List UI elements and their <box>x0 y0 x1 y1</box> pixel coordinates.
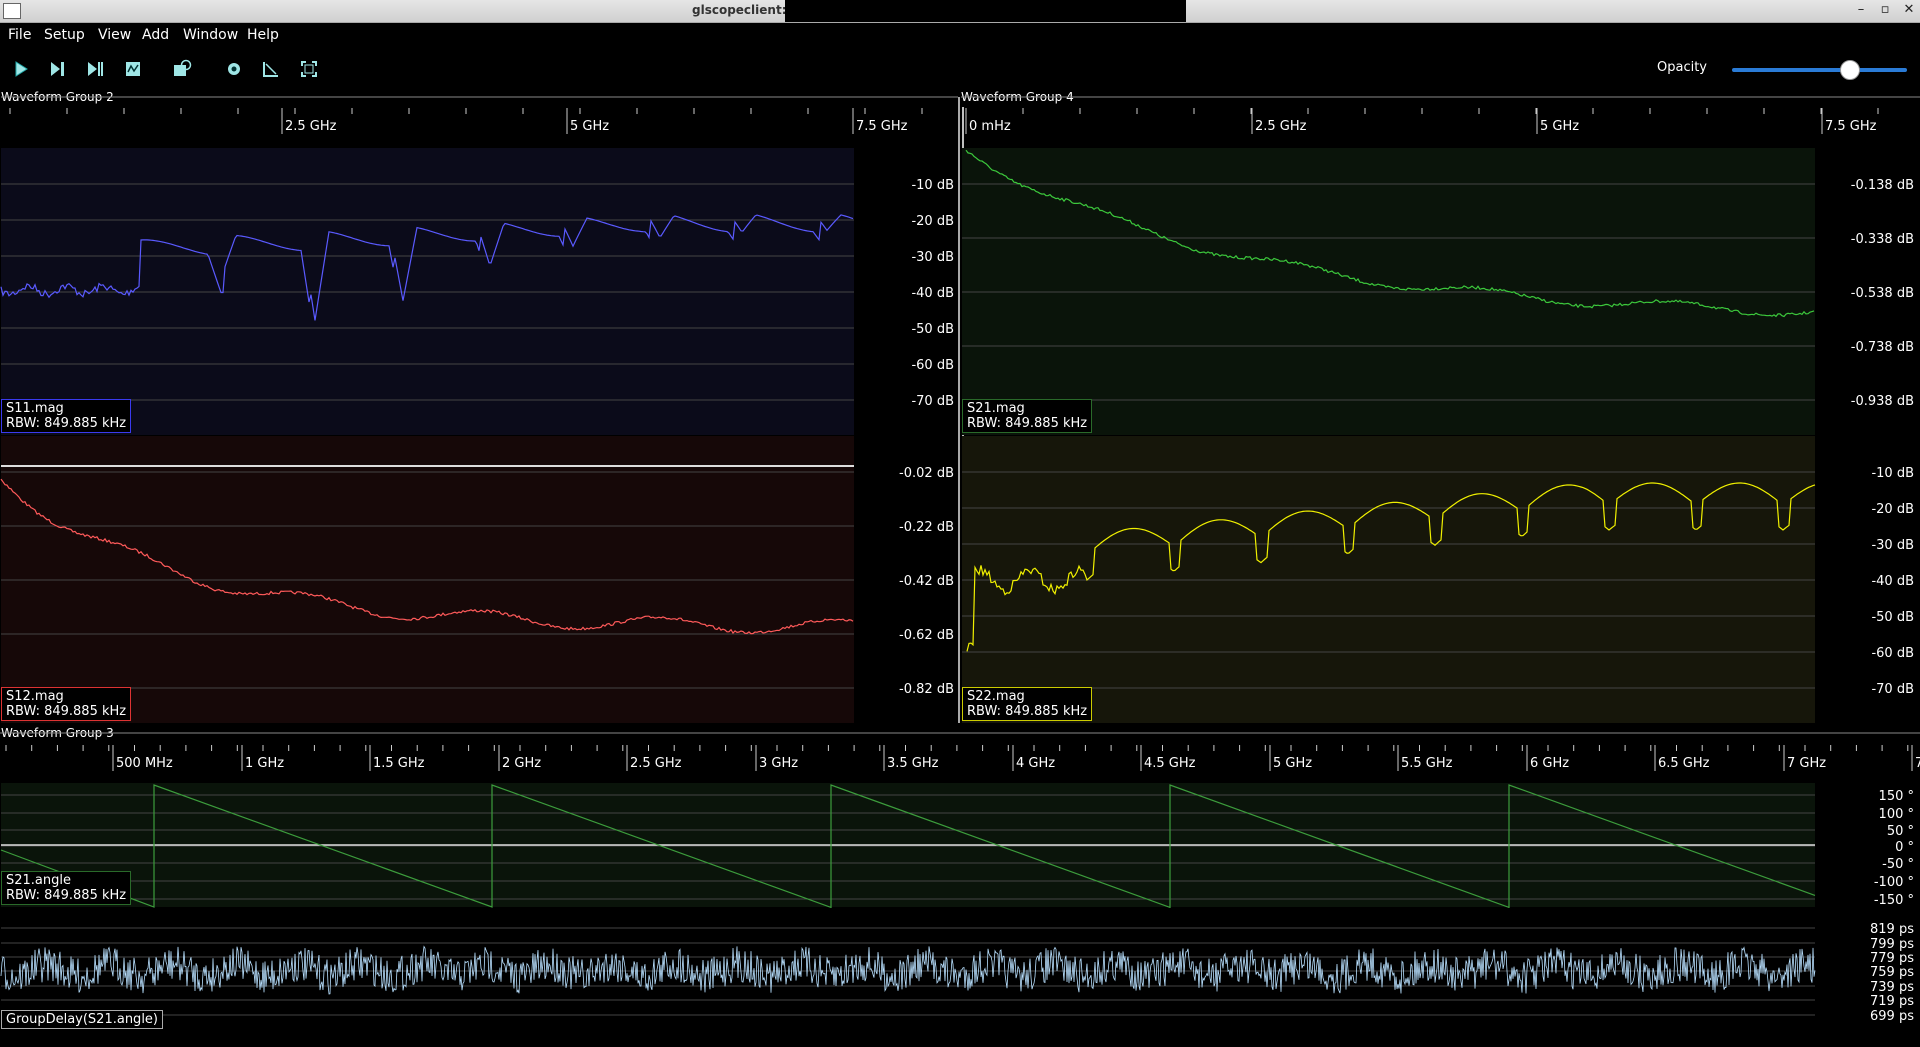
db-tick-label: -70 dB <box>1871 682 1914 697</box>
db-tick-label: -0.138 dB <box>1851 178 1914 193</box>
freq-tick-label: 4.5 GHz <box>1144 756 1196 771</box>
db-tick-label: -40 dB <box>1871 574 1914 589</box>
freq-tick-label: 2 GHz <box>502 756 541 771</box>
delay-tick-label: 739 ps <box>1870 980 1914 995</box>
db-tick-label: -40 dB <box>911 286 954 301</box>
db-tick-label: -20 dB <box>1871 502 1914 517</box>
angle-tick-label: -50 ° <box>1882 857 1914 872</box>
freq-tick-label: 1.5 GHz <box>373 756 425 771</box>
angle-tick-label: 100 ° <box>1879 807 1914 822</box>
group-3: 500 MHz 1 GHz 1.5 GHz 2 GHz 2.5 GHz 3 GHz 3.5 … <box>0 732 1920 1028</box>
s21-angle-channel-label[interactable]: S21.angle RBW: 849.885 kHz <box>1 871 132 905</box>
angle-tick-label: 50 ° <box>1887 824 1914 839</box>
s11-channel-label[interactable]: S11.mag RBW: 849.885 kHz <box>1 399 132 433</box>
freq-tick-label: 5.5 GHz <box>1401 756 1453 771</box>
freq-tick-label: 7.5 GHz <box>1825 119 1877 134</box>
freq-tick-label: 500 MHz <box>116 756 173 771</box>
freq-tick-label: 3.5 GHz <box>887 756 939 771</box>
freq-tick-label: 2.5 GHz <box>285 119 337 134</box>
db-tick-label: -0.42 dB <box>899 574 954 589</box>
channel-rbw: RBW: 849.885 kHz <box>967 416 1088 431</box>
db-tick-label: -0.538 dB <box>1851 286 1914 301</box>
channel-rbw: RBW: 849.885 kHz <box>6 888 127 903</box>
delay-tick-label: 799 ps <box>1870 937 1914 952</box>
freq-tick-label: 5 GHz <box>1273 756 1312 771</box>
waveform-canvas[interactable]: 2.5 GHz 5 GHz 7.5 GHz 0 mHz 2.5 GHz 5 GHz 7.5… <box>0 0 1920 1047</box>
db-tick-label: -50 dB <box>911 322 954 337</box>
db-tick-label: -0.62 dB <box>899 628 954 643</box>
freq-tick-label: 7.5 GHz <box>856 119 908 134</box>
freq-tick-label: 7 GHz <box>1787 756 1826 771</box>
freq-tick-label: 5 GHz <box>570 119 609 134</box>
db-tick-label: -0.82 dB <box>899 682 954 697</box>
group-2-freq-axis[interactable]: 2.5 GHz 5 GHz 7.5 GHz <box>9 108 923 134</box>
freq-tick-label: 0 mHz <box>969 119 1011 134</box>
db-tick-label: -50 dB <box>1871 610 1914 625</box>
db-tick-label: -0.738 dB <box>1851 340 1914 355</box>
channel-rbw: RBW: 849.885 kHz <box>6 416 127 431</box>
delay-tick-label: 779 ps <box>1870 951 1914 966</box>
freq-tick-label: 5 GHz <box>1540 119 1579 134</box>
db-tick-label: -60 dB <box>911 358 954 373</box>
delay-tick-label: 699 ps <box>1870 1009 1914 1024</box>
db-tick-label: -30 dB <box>1871 538 1914 553</box>
freq-tick-label: 1 GHz <box>245 756 284 771</box>
freq-tick-label: 4 GHz <box>1016 756 1055 771</box>
channel-name: GroupDelay(S21.angle) <box>6 1012 158 1027</box>
channel-name: S21.mag <box>967 401 1025 416</box>
db-tick-label: -70 dB <box>911 394 954 409</box>
angle-tick-label: 0 ° <box>1895 840 1914 855</box>
channel-rbw: RBW: 849.885 kHz <box>967 704 1088 719</box>
db-tick-label: -0.02 dB <box>899 466 954 481</box>
freq-tick-label: 2.5 GHz <box>1255 119 1307 134</box>
s12-channel-label[interactable]: S12.mag RBW: 849.885 kHz <box>1 687 132 721</box>
angle-tick-label: 150 ° <box>1879 789 1914 804</box>
channel-rbw: RBW: 849.885 kHz <box>6 704 127 719</box>
group-3-freq-axis[interactable]: 500 MHz 1 GHz 1.5 GHz 2 GHz 2.5 GHz 3 GHz 3.5 … <box>5 745 1920 771</box>
angle-tick-label: -100 ° <box>1874 875 1914 890</box>
db-tick-label: -0.338 dB <box>1851 232 1914 247</box>
angle-tick-label: -150 ° <box>1874 893 1914 908</box>
channel-name: S12.mag <box>6 689 64 704</box>
db-tick-label: -10 dB <box>911 178 954 193</box>
freq-tick-label: 3 GHz <box>759 756 798 771</box>
group-4: 0 mHz 2.5 GHz 5 GHz 7.5 GHz <box>961 96 1920 723</box>
channel-name: S21.angle <box>6 873 71 888</box>
freq-tick-label: 7 <box>1915 756 1920 771</box>
group-2: 2.5 GHz 5 GHz 7.5 GHz <box>0 96 958 723</box>
group-delay-channel-label[interactable]: GroupDelay(S21.angle) <box>1 1010 163 1029</box>
freq-tick-label: 6 GHz <box>1530 756 1569 771</box>
db-tick-label: -10 dB <box>1871 466 1914 481</box>
channel-name: S11.mag <box>6 401 64 416</box>
freq-tick-label: 2.5 GHz <box>630 756 682 771</box>
s22-channel-label[interactable]: S22.mag RBW: 849.885 kHz <box>962 687 1093 721</box>
delay-tick-label: 759 ps <box>1870 965 1914 980</box>
group-delay-panel[interactable] <box>1 908 1815 1028</box>
db-tick-label: -60 dB <box>1871 646 1914 661</box>
group-4-freq-axis[interactable]: 0 mHz 2.5 GHz 5 GHz 7.5 GHz <box>965 108 1879 134</box>
s21-channel-label[interactable]: S21.mag RBW: 849.885 kHz <box>962 399 1093 433</box>
db-tick-label: -0.22 dB <box>899 520 954 535</box>
delay-tick-label: 819 ps <box>1870 922 1914 937</box>
delay-tick-label: 719 ps <box>1870 994 1914 1009</box>
db-tick-label: -30 dB <box>911 250 954 265</box>
channel-name: S22.mag <box>967 689 1025 704</box>
db-tick-label: -20 dB <box>911 214 954 229</box>
db-tick-label: -0.938 dB <box>1851 394 1914 409</box>
freq-tick-label: 6.5 GHz <box>1658 756 1710 771</box>
